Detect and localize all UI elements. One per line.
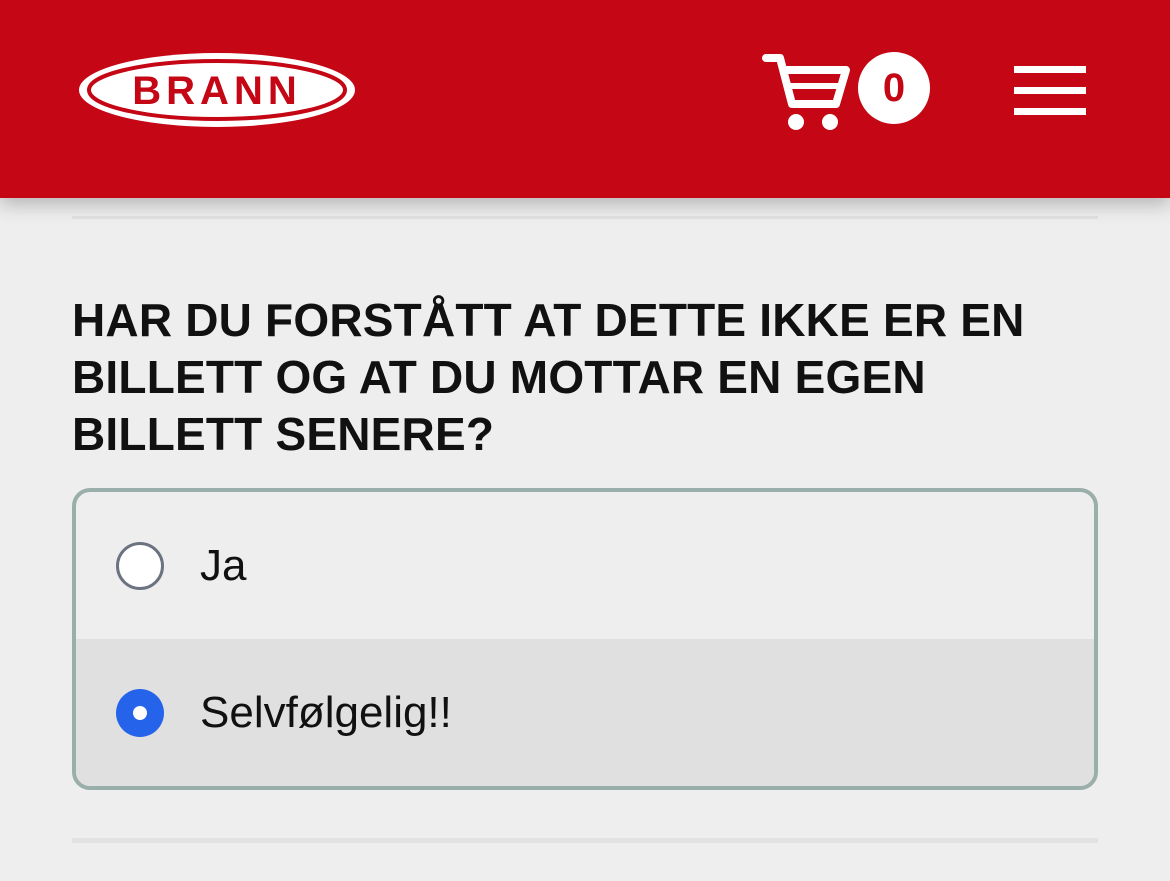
- option-selvfolgelig[interactable]: Selvfølgelig!!: [76, 639, 1094, 786]
- section-divider: [72, 838, 1098, 843]
- radio-group: Ja Selvfølgelig!!: [72, 488, 1098, 790]
- logo-text: BRANN: [132, 69, 301, 113]
- cart-count-badge[interactable]: 0: [858, 52, 930, 124]
- menu-bar: [1014, 66, 1086, 73]
- option-ja[interactable]: Ja: [76, 492, 1094, 639]
- option-label: Ja: [200, 541, 247, 590]
- option-label: Selvfølgelig!!: [200, 688, 452, 737]
- brann-logo[interactable]: BRANN: [76, 50, 358, 130]
- site-header: BRANN 0: [0, 0, 1170, 198]
- question-heading: HAR DU FORSTÅTT AT DETTE IKKE ER EN BILL…: [72, 294, 1025, 460]
- cart-button[interactable]: [762, 48, 852, 134]
- menu-bar: [1014, 108, 1086, 115]
- radio-button-checked[interactable]: [116, 689, 164, 737]
- menu-bar: [1014, 87, 1086, 94]
- section-divider: [72, 216, 1098, 219]
- hamburger-menu-icon[interactable]: [1014, 66, 1086, 116]
- radio-button-unchecked[interactable]: [116, 542, 164, 590]
- shopping-cart-icon: [762, 54, 850, 130]
